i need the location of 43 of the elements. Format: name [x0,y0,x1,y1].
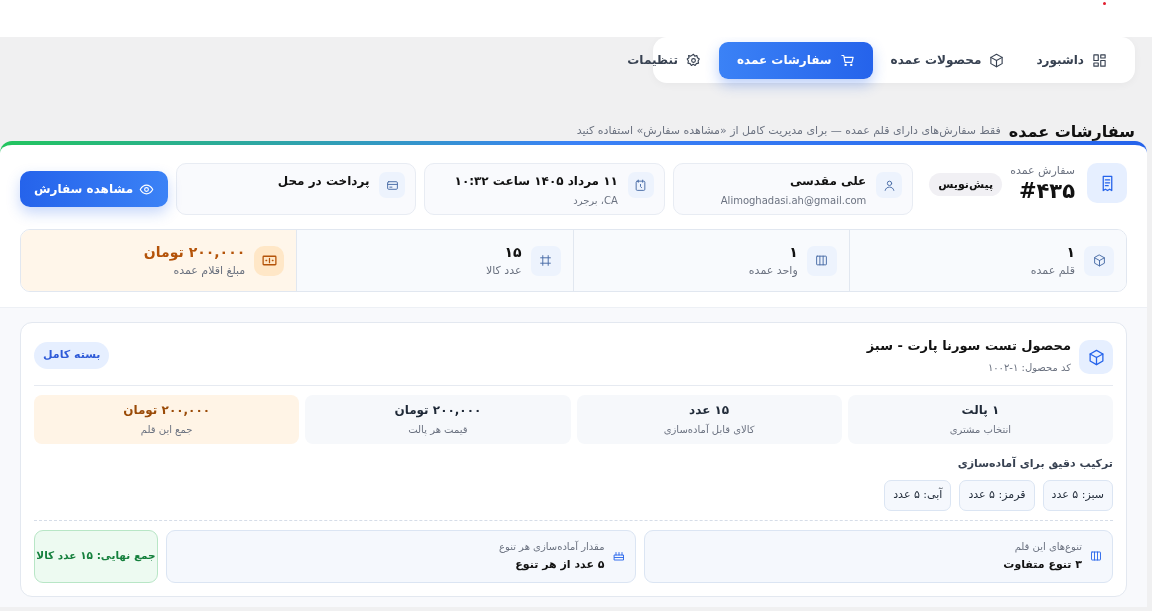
metric-label: جمع این قلم [140,423,193,437]
page-subtitle: فقط سفارش‌های دارای قلم عمده — برای مدیریت کامل از «مشاهده سفارش» استفاده کنید [576,122,1001,139]
status-badge: پیش‌نویس [929,173,1003,196]
stat-value: ۱ [788,242,798,262]
variant-chip: سبز: ۵ عدد [1042,480,1113,511]
stat-value: ۲۰۰,۰۰۰ تومان [143,242,246,263]
stat-label: واحد عمده [748,262,798,279]
metric-value: ۲۰۰,۰۰۰ تومان [394,402,482,419]
info-title: ۱۱ مرداد ۱۴۰۵ ساعت ۱۰:۳۲ [454,173,618,190]
section-title: ترکیب دقیق برای آماده‌سازی [956,455,1113,472]
info-title: پرداخت در محل [277,173,370,190]
nav-tab[interactable]: محصولات عمده [876,41,1019,79]
order-label: سفارش عمده [1010,163,1075,179]
total-box: جمع نهایی: ۱۵ عدد کالا [34,529,158,583]
stat-label: قلم عمده [1030,262,1075,279]
info-title: علی مقدسی [788,173,867,190]
metric-value: ۱ پالت [961,402,1000,419]
product-code: کد محصول: ۱-۱۰۰۲ [986,360,1071,375]
metric-label: انتخاب مشتری [949,423,1012,437]
variant-chip: قرمز: ۵ عدد [959,480,1035,511]
nav-tab[interactable]: تنظیمات [613,41,715,79]
summary-value: ۳ تنوع متفاوت [1003,556,1082,573]
product-name: محصول تست سورنا پارت - سبز [866,337,1071,355]
info-subtext: CA، برجرد [572,194,618,208]
metric-value: ۲۰۰,۰۰۰ تومان [123,402,211,419]
stat-value: ۱۵ [503,242,522,262]
stat-value: ۱ [1065,242,1075,262]
nav-tab[interactable]: سفارشات عمده [718,41,873,79]
page-title: سفارشات عمده [1008,121,1135,141]
summary-label: مقدار آماده‌سازی هر تنوع [499,539,605,554]
metric-label: کالای قابل آماده‌سازی [663,423,755,437]
info-subtext: Alimoghadasi.ah@gmail.com [720,194,867,208]
metric-label: قیمت هر پالت [408,423,468,437]
order-number: #۴۳۵ [1017,179,1075,203]
view-order-button[interactable]: مشاهده سفارش [20,171,169,207]
stat-label: مبلغ اقلام عمده [172,262,246,279]
variant-chip: آبی: ۵ عدد [884,480,952,511]
nav-tab[interactable]: داشبورد [1022,41,1121,79]
stat-label: عدد کالا [485,262,522,279]
metric-value: ۱۵ عدد [689,402,730,419]
summary-label: تنوع‌های این قلم [1013,539,1082,554]
summary-value: ۵ عدد از هر تنوع [514,556,605,573]
package-badge: بسته کامل [34,342,110,369]
